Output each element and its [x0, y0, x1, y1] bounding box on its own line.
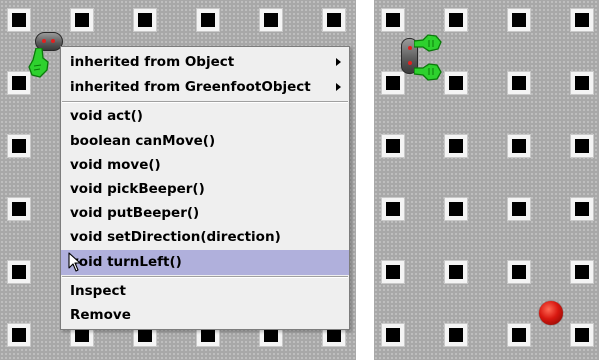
grid-post — [507, 260, 531, 284]
robot-eye — [51, 39, 55, 43]
menu-item-inherited-from-object[interactable]: inherited from Object — [61, 50, 349, 75]
grid-post — [570, 260, 594, 284]
menu-item-label: void pickBeeper() — [70, 181, 205, 197]
grid-post — [381, 134, 405, 158]
grid-post — [507, 71, 531, 95]
grid-post — [381, 260, 405, 284]
menu-item-remove[interactable]: Remove — [61, 303, 349, 328]
grid-post — [7, 197, 31, 221]
grid-post — [507, 134, 531, 158]
context-menu: inherited from Object inherited from Gre… — [60, 46, 350, 330]
beeper-icon[interactable] — [539, 301, 563, 325]
grid-post — [7, 8, 31, 32]
mouse-pointer-icon — [68, 252, 81, 272]
menu-item-label: void turnLeft() — [70, 254, 182, 270]
robot-eye — [42, 39, 46, 43]
robot-hand-icon — [414, 63, 442, 81]
menu-separator — [62, 276, 348, 278]
world-grid-right[interactable] — [374, 0, 599, 360]
grid-post — [322, 8, 346, 32]
grid-post — [196, 8, 220, 32]
grid-post — [570, 323, 594, 347]
menu-separator — [62, 101, 348, 103]
grid-post — [507, 197, 531, 221]
grid-post — [7, 260, 31, 284]
grid-post — [444, 134, 468, 158]
robot-eye — [408, 46, 412, 50]
grid-post — [7, 323, 31, 347]
menu-item-move[interactable]: void move() — [61, 153, 349, 178]
menu-item-can-move[interactable]: boolean canMove() — [61, 129, 349, 154]
menu-item-set-direction[interactable]: void setDirection(direction) — [61, 225, 349, 250]
menu-item-label: boolean canMove() — [70, 133, 216, 149]
grid-post — [570, 197, 594, 221]
grid-post — [570, 134, 594, 158]
grid-post — [133, 8, 157, 32]
grid-post — [381, 197, 405, 221]
menu-item-label: void putBeeper() — [70, 205, 200, 221]
grid-post — [444, 323, 468, 347]
grid-post — [570, 8, 594, 32]
submenu-arrow-icon — [336, 83, 341, 91]
menu-item-label: void setDirection(direction) — [70, 229, 281, 245]
menu-item-pick-beeper[interactable]: void pickBeeper() — [61, 177, 349, 202]
robot-hand-icon — [28, 48, 49, 78]
menu-item-put-beeper[interactable]: void putBeeper() — [61, 201, 349, 226]
menu-item-label: void act() — [70, 108, 143, 124]
grid-post — [570, 71, 594, 95]
menu-item-label: Inspect — [70, 283, 126, 299]
grid-post — [444, 8, 468, 32]
menu-item-label: inherited from GreenfootObject — [70, 79, 311, 95]
grid-post — [507, 8, 531, 32]
menu-item-label: inherited from Object — [70, 54, 235, 70]
menu-item-inspect[interactable]: Inspect — [61, 279, 349, 304]
grid-post — [381, 8, 405, 32]
menu-item-act[interactable]: void act() — [61, 104, 349, 129]
grid-post — [70, 8, 94, 32]
grid-post — [381, 323, 405, 347]
world-grid-left[interactable]: inherited from Object inherited from Gre… — [0, 0, 356, 360]
grid-post — [7, 134, 31, 158]
grid-post — [259, 8, 283, 32]
menu-item-turn-left[interactable]: void turnLeft() — [61, 250, 349, 275]
submenu-arrow-icon — [336, 58, 341, 66]
grid-post — [444, 260, 468, 284]
menu-item-inherited-from-greenfootobject[interactable]: inherited from GreenfootObject — [61, 75, 349, 100]
grid-post — [507, 323, 531, 347]
robot-hand-icon — [414, 34, 442, 52]
robot-eye — [408, 61, 412, 65]
grid-post — [444, 197, 468, 221]
menu-item-label: Remove — [70, 307, 131, 323]
robot-icon[interactable] — [398, 30, 458, 85]
menu-item-label: void move() — [70, 157, 161, 173]
